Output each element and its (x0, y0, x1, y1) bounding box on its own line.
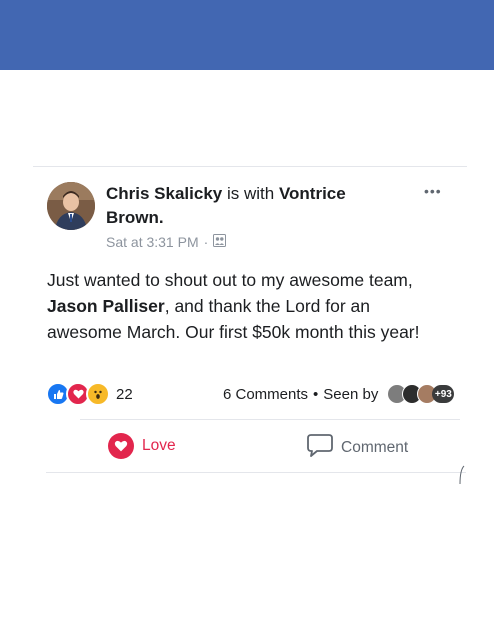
reactions-summary[interactable]: 22 (46, 382, 133, 406)
divider-bottom (46, 472, 466, 473)
divider-top (33, 166, 467, 167)
post-body: Just wanted to shout out to my awesome t… (47, 267, 447, 345)
seen-by-label[interactable]: Seen by (323, 386, 378, 403)
seen-by-avatars[interactable]: +93 (387, 384, 455, 404)
post-time[interactable]: Sat at 3:31 PM (106, 234, 199, 250)
tagged-name-cont[interactable]: Brown. (106, 208, 164, 227)
audience-icon[interactable] (213, 234, 227, 250)
wow-icon (86, 382, 110, 406)
love-button[interactable]: Love (108, 433, 176, 459)
divider-middle (80, 419, 460, 420)
love-icon (108, 433, 134, 459)
reaction-count: 22 (116, 385, 133, 403)
more-icon[interactable]: ••• (424, 183, 442, 199)
post-body-part1: Just wanted to shout out to my awesome t… (47, 270, 413, 290)
with-text: is with (226, 184, 275, 203)
edge-mark (459, 465, 465, 485)
comment-button[interactable]: Comment (307, 433, 408, 462)
post-header-cont: Brown. (106, 207, 164, 229)
comment-label: Comment (341, 438, 409, 456)
meta-separator: · (203, 234, 209, 250)
tagged-name[interactable]: Vontrice (279, 184, 346, 203)
love-label: Love (142, 437, 176, 454)
post-meta: Sat at 3:31 PM · (106, 234, 227, 250)
top-app-bar (0, 0, 494, 70)
post-mention[interactable]: Jason Palliser (47, 296, 165, 316)
seen-more-count: +93 (432, 385, 455, 403)
author-name[interactable]: Chris Skalicky (106, 184, 222, 203)
author-avatar[interactable] (47, 182, 95, 230)
stats-dot: • (313, 385, 319, 403)
comment-icon (307, 433, 333, 462)
comments-count[interactable]: 6 Comments (223, 386, 308, 403)
post-stats: 6 Comments • Seen by +93 (223, 384, 455, 404)
post-header: Chris Skalicky is with Vontrice (106, 183, 346, 205)
